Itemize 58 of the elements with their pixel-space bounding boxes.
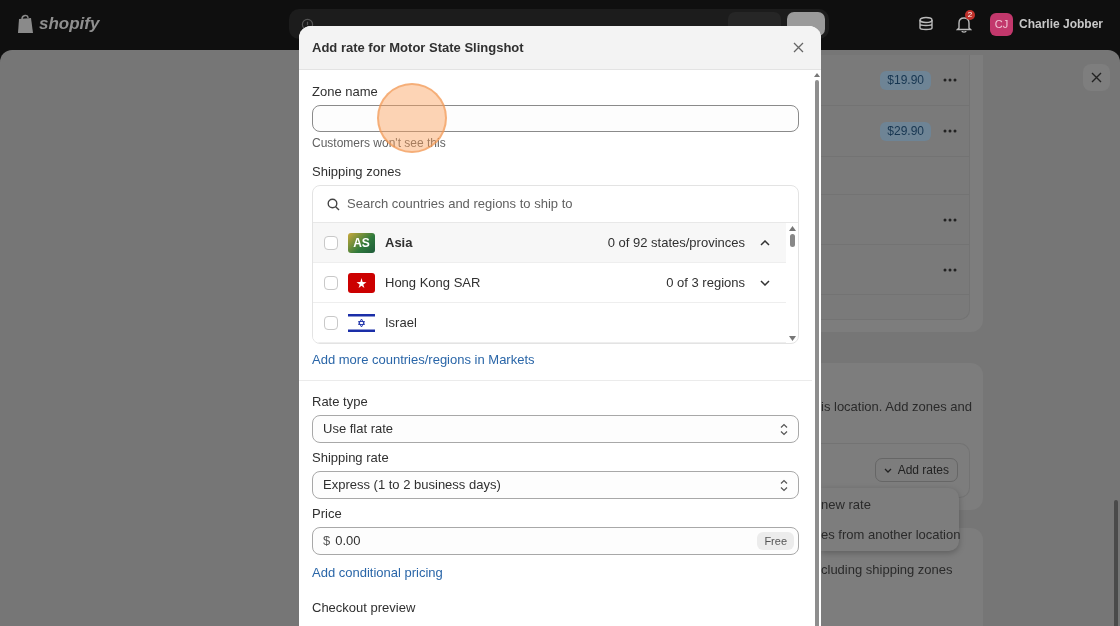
zone-name: Israel — [385, 313, 418, 332]
field-label: Shipping zones — [312, 164, 402, 180]
notifications-icon[interactable] — [955, 15, 972, 33]
checkbox[interactable] — [324, 315, 338, 330]
zone-name: Asia — [385, 233, 414, 252]
store-icon[interactable] — [917, 16, 934, 32]
price-field[interactable]: $ 0.00 Free — [312, 527, 799, 555]
more-icon[interactable] — [943, 78, 957, 82]
more-icon[interactable] — [943, 217, 957, 222]
close-button[interactable] — [1083, 64, 1110, 91]
conditional-pricing-link[interactable]: Add conditional pricing — [312, 565, 799, 581]
zone-count: 0 of 3 regions — [666, 273, 745, 292]
free-badge: Free — [757, 532, 794, 550]
price-badge: $29.90 — [880, 121, 931, 141]
menu-item[interactable]: new rate — [821, 495, 959, 515]
field-label: Rate type — [312, 394, 369, 410]
rate-type-select[interactable]: Use flat rate — [312, 415, 799, 443]
zone-count: 0 of 92 states/provinces — [607, 233, 745, 252]
zones-description: is location. Add zones and — [821, 398, 970, 416]
user-name[interactable]: Charlie Jobber — [1018, 15, 1103, 33]
close-icon — [792, 42, 804, 53]
more-icon[interactable] — [943, 129, 957, 133]
checkbox[interactable] — [324, 275, 338, 290]
select-arrows-icon — [780, 422, 788, 436]
menu-item[interactable]: es from another location — [821, 524, 959, 544]
price-badge: $19.90 — [880, 70, 931, 90]
field-label: Zone name — [312, 84, 379, 100]
logo-text: shopify — [39, 13, 100, 36]
scroll-thumb[interactable] — [789, 234, 795, 247]
notification-badge: 2 — [964, 9, 975, 20]
scroll-up-icon[interactable] — [788, 226, 796, 231]
scroll-up-icon[interactable] — [813, 73, 820, 77]
markets-link[interactable]: Add more countries/regions in Markets — [312, 352, 799, 368]
field-label: Shipping rate — [312, 450, 390, 466]
zone-name: Hong Kong SAR — [385, 273, 482, 292]
scroll-down-icon[interactable] — [788, 336, 796, 341]
add-rates-button[interactable]: Add rates — [874, 458, 958, 482]
field-label: Price — [312, 506, 343, 522]
currency-prefix: $ — [323, 532, 331, 551]
flag-icon — [348, 272, 375, 293]
search-icon — [327, 197, 340, 211]
region-badge: AS — [348, 232, 375, 253]
chevron-down-icon[interactable] — [760, 279, 770, 286]
search-placeholder: Search countries and regions to ship to — [347, 195, 573, 214]
modal-title: Add rate for Motor State Slingshot — [312, 38, 524, 57]
select-arrows-icon — [780, 478, 788, 492]
chevron-down-icon — [883, 467, 892, 473]
shipping-rate-select[interactable]: Express (1 to 2 business days) — [312, 471, 799, 499]
checkbox[interactable] — [324, 235, 338, 250]
zone-row[interactable]: AS Asia 0 of 92 states/provinces — [313, 223, 786, 263]
logo-icon — [17, 14, 35, 34]
flag-icon — [348, 312, 375, 333]
close-icon — [1091, 72, 1102, 83]
section-label: Checkout preview — [312, 600, 417, 616]
footer-description: cluding shipping zones — [821, 561, 954, 579]
chevron-up-icon[interactable] — [760, 239, 770, 246]
zone-name-field[interactable] — [312, 105, 799, 132]
more-icon[interactable] — [943, 267, 957, 272]
